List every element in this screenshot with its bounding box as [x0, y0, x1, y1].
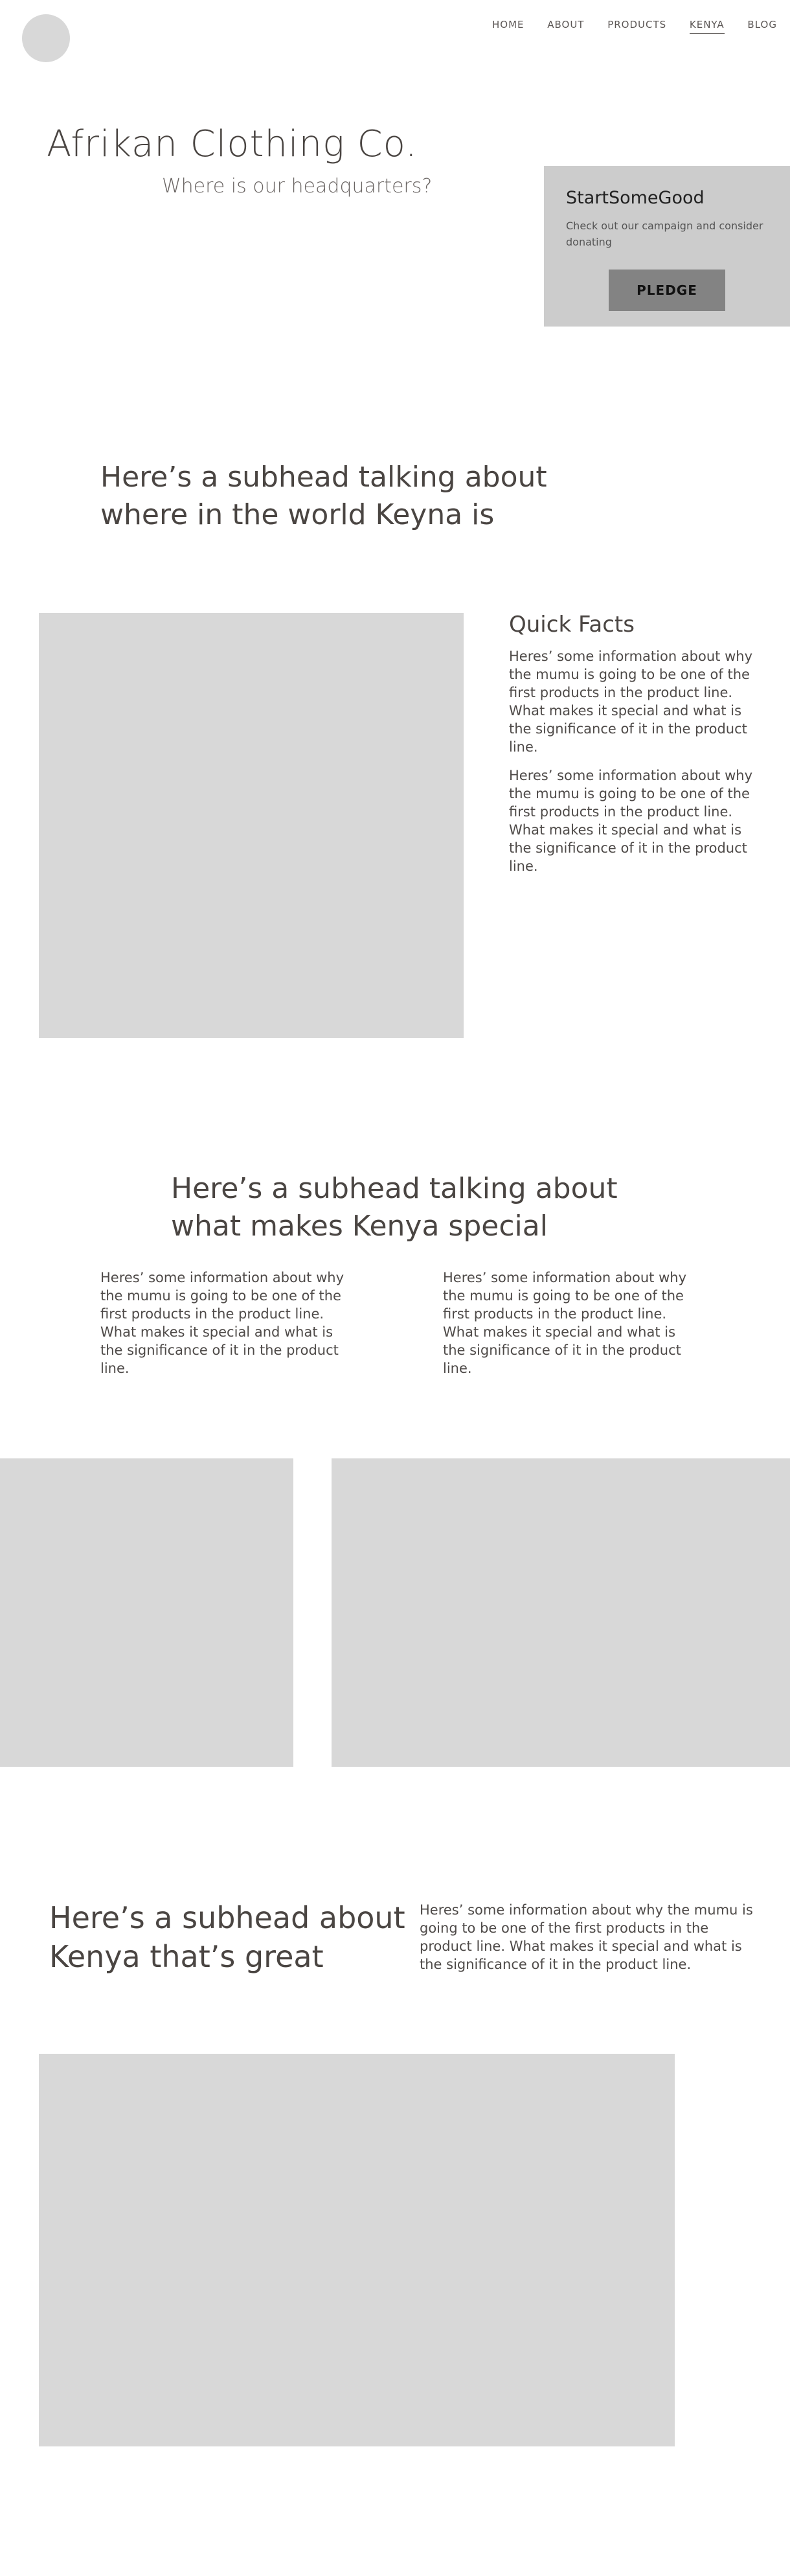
section-subhead-great: Here’s a subhead about Kenya that’s grea…	[49, 1900, 405, 1974]
image-placeholder-left	[0, 1458, 293, 1767]
image-placeholder-right	[332, 1458, 790, 1767]
image-placeholder-large	[39, 2054, 675, 2446]
quick-facts-paragraph: Heres’ some information about why the mu…	[509, 649, 752, 755]
column-text-left: Heres’ some information about why the mu…	[100, 1270, 344, 1376]
campaign-card: StartSomeGood Check out our campaign and…	[544, 166, 790, 327]
nav-about[interactable]: ABOUT	[547, 19, 584, 33]
column-text-right: Heres’ some information about why the mu…	[443, 1270, 686, 1376]
pledge-button[interactable]: PLEDGE	[609, 270, 725, 311]
quick-facts-paragraph: Heres’ some information about why the mu…	[509, 768, 752, 874]
logo[interactable]	[22, 14, 70, 62]
image-placeholder-map	[39, 613, 464, 1038]
campaign-title: StartSomeGood	[566, 188, 705, 208]
quick-facts-title: Quick Facts	[509, 612, 635, 638]
section-subhead-location: Here’s a subhead talking about where in …	[100, 461, 547, 531]
main-nav: HOME ABOUT PRODUCTS KENYA BLOG	[492, 18, 777, 34]
page-title: Afrikan Clothing Co.	[47, 123, 418, 165]
nav-products[interactable]: PRODUCTS	[607, 19, 666, 33]
section3-text: Heres’ some information about why the mu…	[420, 1902, 753, 1972]
nav-kenya[interactable]: KENYA	[689, 19, 725, 34]
campaign-text: Check out our campaign and consider dona…	[566, 220, 763, 248]
page-subtitle: Where is our headquarters?	[162, 175, 433, 198]
nav-blog[interactable]: BLOG	[747, 19, 777, 33]
section-subhead-special: Here’s a subhead talking about what make…	[171, 1172, 618, 1243]
nav-home[interactable]: HOME	[492, 19, 525, 33]
